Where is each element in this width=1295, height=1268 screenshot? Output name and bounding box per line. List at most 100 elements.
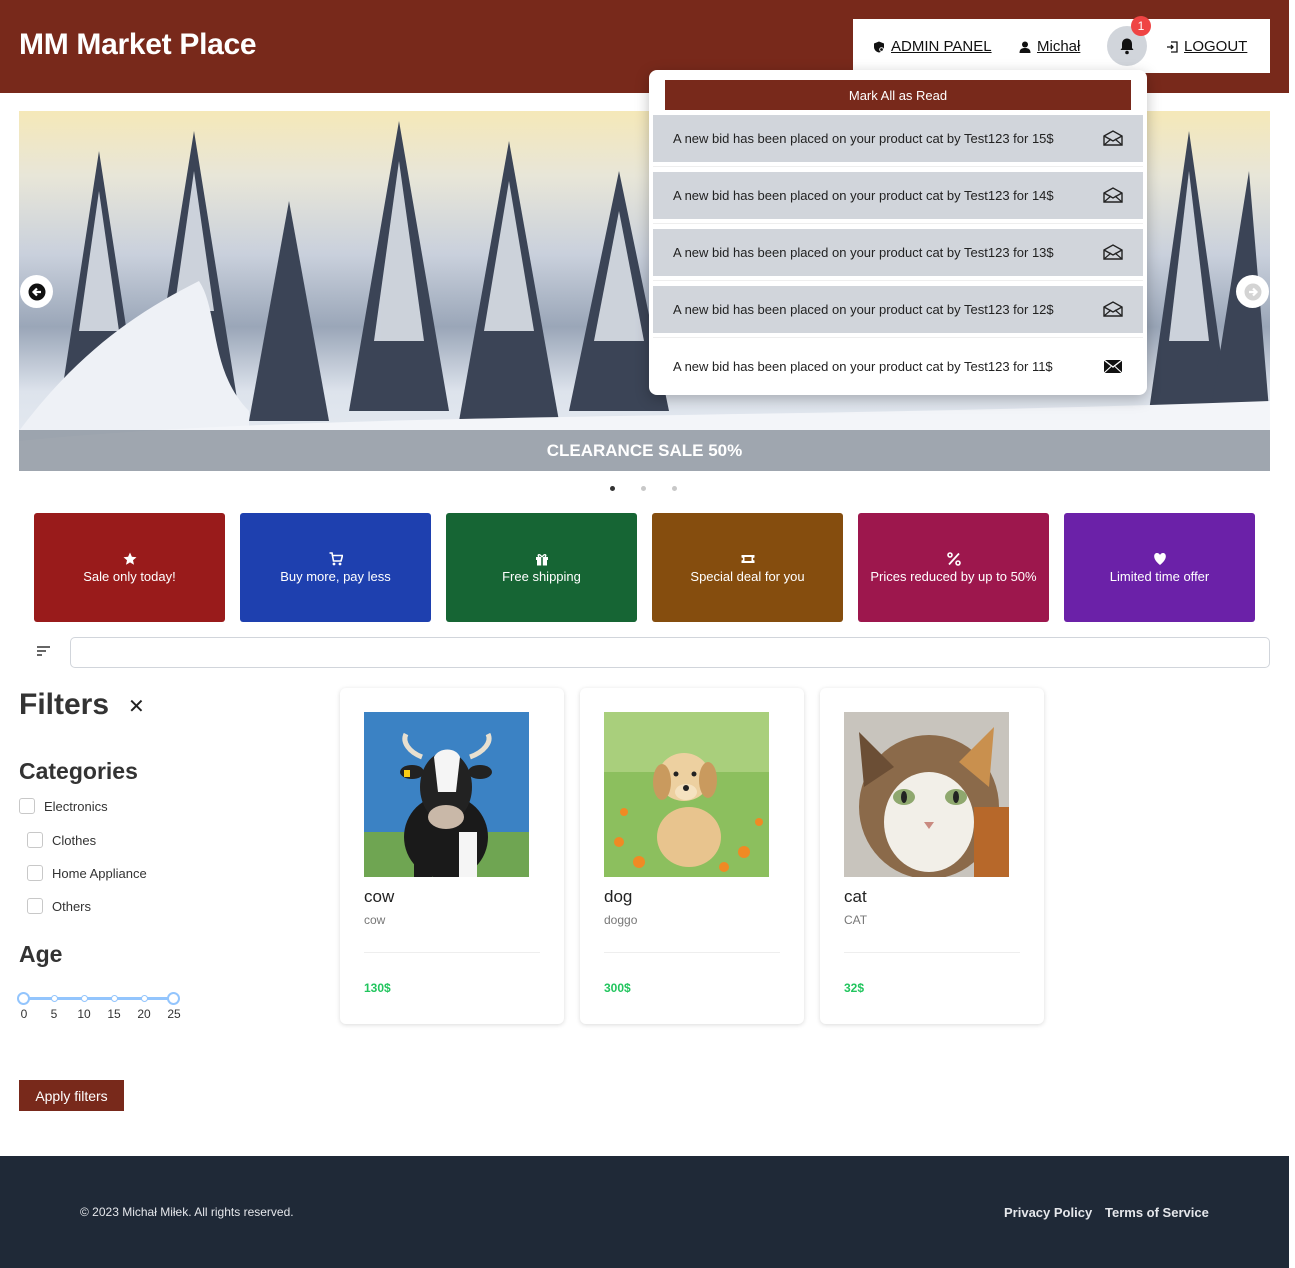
- age-tick-label: 15: [107, 1007, 121, 1021]
- promo-tile[interactable]: Free shipping: [446, 513, 637, 622]
- checkbox[interactable]: [27, 865, 43, 881]
- category-checkbox-others[interactable]: Others: [27, 898, 91, 914]
- heart-icon: [1153, 552, 1166, 565]
- promo-label: Sale only today!: [83, 568, 176, 584]
- apply-filters-button[interactable]: Apply filters: [19, 1080, 124, 1111]
- percent-icon: [946, 551, 961, 566]
- filters-title: Filters: [19, 688, 110, 721]
- cart-icon: [329, 551, 343, 565]
- shield-icon: [874, 41, 884, 52]
- product-price: 130$: [364, 981, 391, 995]
- notification-item[interactable]: A new bid has been placed on your produc…: [653, 172, 1143, 219]
- product-image-cow: [364, 712, 529, 877]
- product-card[interactable]: cat CAT 32$: [820, 688, 1044, 1024]
- age-tick-label: 10: [77, 1007, 91, 1021]
- logout-icon: [1167, 40, 1178, 53]
- envelope-open-icon[interactable]: [1103, 187, 1123, 203]
- arrow-left-icon: [28, 283, 45, 300]
- checkbox[interactable]: [27, 832, 43, 848]
- product-card[interactable]: cow cow 130$: [340, 688, 564, 1024]
- age-tick-label: 0: [20, 1007, 28, 1021]
- envelope-closed-icon[interactable]: [1103, 358, 1123, 374]
- category-label: Electronics: [44, 798, 108, 814]
- product-title: dog: [604, 887, 633, 906]
- user-profile-link[interactable]: Michał: [1019, 38, 1080, 55]
- carousel-caption: CLEARANCE SALE 50%: [19, 430, 1270, 471]
- notification-item[interactable]: A new bid has been placed on your produc…: [653, 115, 1143, 162]
- age-tick-label: 20: [137, 1007, 151, 1021]
- notification-text: A new bid has been placed on your produc…: [673, 188, 1054, 203]
- notification-item[interactable]: A new bid has been placed on your produc…: [653, 229, 1143, 276]
- promo-tile[interactable]: Sale only today!: [34, 513, 225, 622]
- ticket-icon: [741, 554, 754, 563]
- notification-count-badge: 1: [1131, 16, 1151, 36]
- brand-logo[interactable]: MM Market Place: [19, 28, 257, 62]
- notification-text: A new bid has been placed on your produc…: [673, 359, 1053, 374]
- product-image-dog: [604, 712, 769, 877]
- age-slider-tick: [141, 995, 148, 1002]
- age-slider-tick: [51, 995, 58, 1002]
- age-slider-min-handle[interactable]: [17, 992, 30, 1005]
- category-checkbox-electronics[interactable]: Electronics: [19, 798, 108, 814]
- arrow-right-icon: [1244, 283, 1261, 300]
- carousel-indicators: [610, 486, 677, 491]
- notification-text: A new bid has been placed on your produc…: [673, 131, 1054, 146]
- carousel-dot-1[interactable]: [610, 486, 615, 491]
- product-card[interactable]: dog doggo 300$: [580, 688, 804, 1024]
- product-price: 300$: [604, 981, 631, 995]
- bell-icon: [1120, 38, 1134, 55]
- search-input[interactable]: [70, 637, 1270, 668]
- sort-icon[interactable]: [36, 645, 52, 657]
- product-title: cat: [844, 887, 867, 906]
- gift-icon: [535, 553, 548, 565]
- divider: [844, 952, 1020, 953]
- admin-panel-link[interactable]: ADMIN PANEL: [873, 38, 992, 55]
- envelope-open-icon[interactable]: [1103, 301, 1123, 317]
- category-label: Others: [52, 898, 92, 914]
- checkbox[interactable]: [19, 798, 35, 814]
- notification-text: A new bid has been placed on your produc…: [673, 302, 1054, 317]
- promo-label: Special deal for you: [690, 568, 805, 584]
- category-checkbox-clothes[interactable]: Clothes: [27, 832, 96, 848]
- promo-tile[interactable]: Limited time offer: [1064, 513, 1255, 622]
- checkbox[interactable]: [27, 898, 43, 914]
- close-filters-icon[interactable]: ✕: [128, 694, 145, 719]
- carousel-dot-3[interactable]: [672, 486, 677, 491]
- divider: [653, 280, 1143, 281]
- site-footer: © 2023 Michał Miłek. All rights reserved…: [0, 1156, 1289, 1268]
- envelope-open-icon[interactable]: [1103, 130, 1123, 146]
- product-subtitle: doggo: [604, 913, 638, 927]
- age-title: Age: [19, 941, 63, 967]
- terms-of-service-link[interactable]: Terms of Service: [1105, 1205, 1209, 1220]
- promo-label: Buy more, pay less: [280, 568, 391, 584]
- envelope-open-icon[interactable]: [1103, 244, 1123, 260]
- carousel-next-button[interactable]: [1236, 275, 1269, 308]
- privacy-policy-link[interactable]: Privacy Policy: [1004, 1205, 1092, 1220]
- carousel-prev-button[interactable]: [20, 275, 53, 308]
- divider: [653, 166, 1143, 167]
- admin-panel-label: ADMIN PANEL: [891, 38, 992, 55]
- promo-tile[interactable]: Special deal for you: [652, 513, 843, 622]
- category-checkbox-home-appliance[interactable]: Home Appliance: [27, 865, 147, 881]
- notifications-dropdown: Mark All as Read A new bid has been plac…: [649, 70, 1147, 395]
- promo-label: Limited time offer: [1109, 568, 1210, 584]
- age-slider-tick: [81, 995, 88, 1002]
- category-label: Home Appliance: [52, 865, 147, 881]
- user-icon: [1019, 41, 1031, 53]
- divider: [364, 952, 540, 953]
- mark-all-read-button[interactable]: Mark All as Read: [665, 80, 1131, 110]
- notification-item[interactable]: A new bid has been placed on your produc…: [653, 286, 1143, 333]
- logout-link[interactable]: LOGOUT: [1166, 38, 1247, 55]
- age-tick-label: 5: [50, 1007, 58, 1021]
- promo-tile[interactable]: Buy more, pay less: [240, 513, 431, 622]
- top-nav: ADMIN PANEL Michał 1 LOGOUT: [853, 16, 1270, 73]
- star-icon: [123, 552, 136, 565]
- product-title: cow: [364, 887, 395, 906]
- carousel-dot-2[interactable]: [641, 486, 646, 491]
- product-price: 32$: [844, 981, 865, 995]
- promo-tile[interactable]: Prices reduced by up to 50%: [858, 513, 1049, 622]
- notification-item[interactable]: A new bid has been placed on your produc…: [653, 343, 1143, 390]
- age-slider-max-handle[interactable]: [167, 992, 180, 1005]
- age-slider-track[interactable]: [24, 997, 174, 1000]
- divider: [653, 223, 1143, 224]
